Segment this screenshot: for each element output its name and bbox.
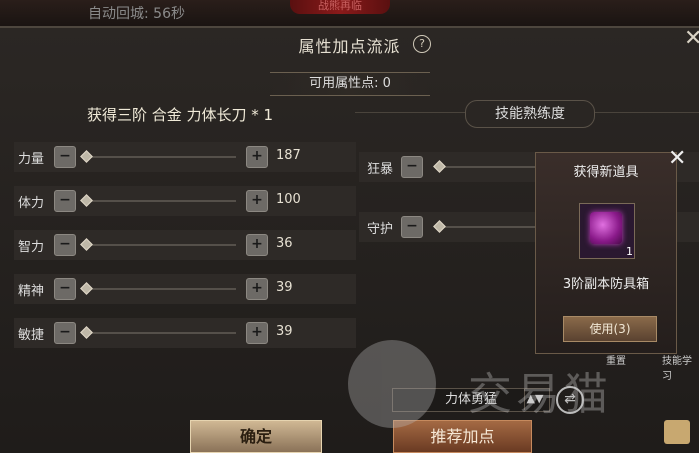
attribute-value: 39 [276,280,293,295]
increase-button[interactable]: + [246,322,268,344]
attribute-label: 力量 [18,152,45,167]
increase-button[interactable]: + [246,146,268,168]
skill-label: 守护 [367,222,394,237]
attribute-row-vitality: 体力 − + 100 [14,186,356,216]
decrease-button[interactable]: − [54,234,76,256]
decrease-button[interactable]: − [401,216,423,238]
armor-box-icon [590,212,622,244]
attribute-row-intelligence: 智力 − + 36 [14,230,356,260]
decrease-button[interactable]: − [54,190,76,212]
obtained-item-header: 获得三阶 合金 力体长刀 * 1 [86,106,274,124]
top-strip: 自动回城: 56秒 战熊再临 [0,0,699,26]
use-button[interactable]: 使用(3) [563,316,657,342]
close-icon[interactable]: ✕ [684,26,699,51]
confirm-button[interactable]: 确定 [190,420,322,453]
item-name: 3阶副本防具箱 [562,277,650,292]
item-quantity: 1 [626,245,633,258]
attribute-value: 187 [276,148,301,163]
slider-handle[interactable] [80,282,93,295]
attribute-list: 获得三阶 合金 力体长刀 * 1 力量 − + 187 体力 − + 100 智… [10,96,356,436]
decrease-button[interactable]: − [54,146,76,168]
skill-slider[interactable] [439,226,539,228]
attribute-slider[interactable] [86,156,236,158]
page-title: 属性加点流派 [298,37,401,56]
available-points: 可用属性点: 0 [270,72,430,96]
attribute-label: 精神 [18,284,45,299]
watermark: 交易猫 [348,340,678,430]
skill-slider[interactable] [439,166,539,168]
attribute-row-agility: 敏捷 − + 39 [14,318,356,348]
attribute-label: 智力 [18,240,45,255]
decrease-button[interactable]: − [54,278,76,300]
slider-handle[interactable] [80,326,93,339]
attribute-slider[interactable] [86,244,236,246]
popup-title: 获得新道具 [573,165,639,180]
skill-proficiency-header: 技能熟练度 [465,100,595,128]
slider-handle[interactable] [433,160,446,173]
attribute-row-strength: 力量 − + 187 [14,142,356,172]
attribute-row-spirit: 精神 − + 39 [14,274,356,304]
auto-return-timer: 自动回城: 56秒 [88,6,185,22]
attribute-value: 100 [276,192,301,207]
attribute-value: 39 [276,324,293,339]
event-banner: 战熊再临 [290,0,390,14]
attribute-slider[interactable] [86,200,236,202]
skill-label: 狂暴 [367,162,394,177]
slider-handle[interactable] [80,238,93,251]
attribute-slider[interactable] [86,288,236,290]
increase-button[interactable]: + [246,234,268,256]
slider-handle[interactable] [80,150,93,163]
increase-button[interactable]: + [246,190,268,212]
popup-close-icon[interactable]: ✕ [668,146,686,171]
cat-logo-icon [348,340,436,428]
attribute-label: 敏捷 [18,328,45,343]
slider-handle[interactable] [80,194,93,207]
increase-button[interactable]: + [246,278,268,300]
attribute-slider[interactable] [86,332,236,334]
attribute-label: 体力 [18,196,45,211]
decrease-button[interactable]: − [401,156,423,178]
decrease-button[interactable]: − [54,322,76,344]
new-item-popup: 获得新道具 1 3阶副本防具箱 使用(3) [535,152,677,354]
watermark-text: 交易猫 [468,369,612,420]
attribute-value: 36 [276,236,293,251]
slider-handle[interactable] [433,220,446,233]
help-icon[interactable]: ? [413,35,431,53]
